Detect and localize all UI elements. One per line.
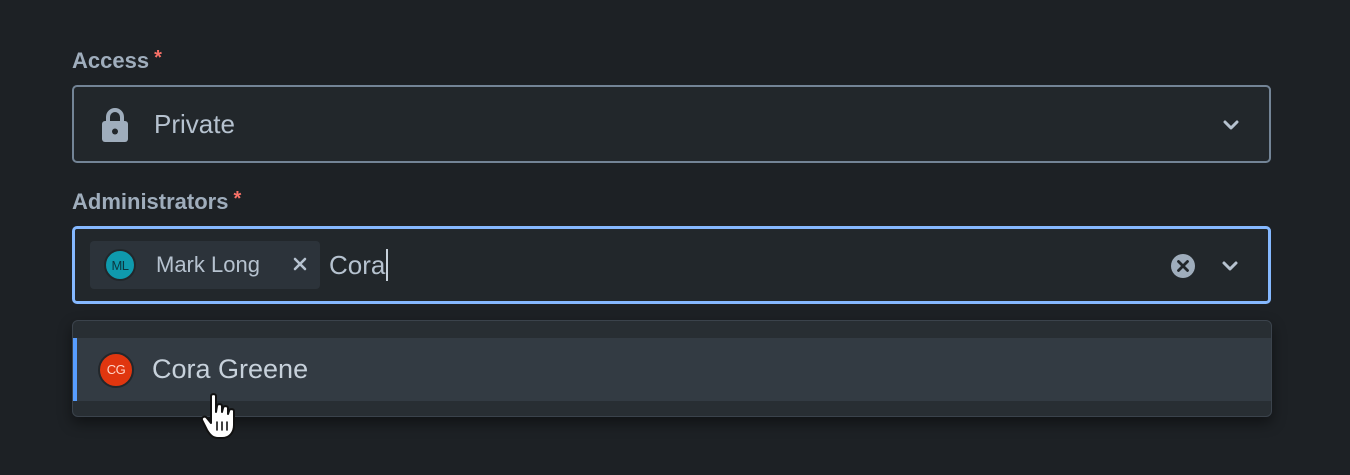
administrators-label: Administrators * bbox=[72, 189, 241, 215]
required-asterisk: * bbox=[233, 188, 242, 210]
option-label: Cora Greene bbox=[152, 354, 309, 384]
search-input[interactable]: Cora bbox=[329, 249, 389, 281]
access-label: Access * bbox=[72, 48, 162, 74]
required-asterisk: * bbox=[154, 47, 162, 69]
chip-label: Mark Long bbox=[156, 252, 260, 277]
selected-user-chip: ML Mark Long bbox=[90, 241, 320, 289]
highlight-bar bbox=[73, 338, 77, 401]
avatar: CG bbox=[98, 351, 134, 388]
clear-icon[interactable] bbox=[1170, 253, 1196, 279]
chevron-down-icon[interactable] bbox=[1221, 118, 1241, 132]
administrators-select[interactable]: ML Mark Long Cora bbox=[72, 226, 1271, 304]
avatar: ML bbox=[104, 249, 136, 281]
lock-icon bbox=[102, 108, 128, 142]
option-cora-greene[interactable]: CG Cora Greene bbox=[73, 338, 1271, 401]
access-select[interactable]: Private bbox=[72, 85, 1271, 163]
text-caret bbox=[386, 249, 389, 281]
access-value: Private bbox=[154, 109, 235, 139]
search-input-value: Cora bbox=[329, 249, 386, 280]
options-menu: CG Cora Greene bbox=[72, 320, 1272, 417]
close-icon[interactable] bbox=[292, 256, 308, 272]
administrators-label-text: Administrators bbox=[72, 189, 229, 214]
chevron-down-icon[interactable] bbox=[1220, 259, 1240, 273]
access-label-text: Access bbox=[72, 48, 150, 73]
hand-pointer-icon bbox=[200, 393, 235, 439]
